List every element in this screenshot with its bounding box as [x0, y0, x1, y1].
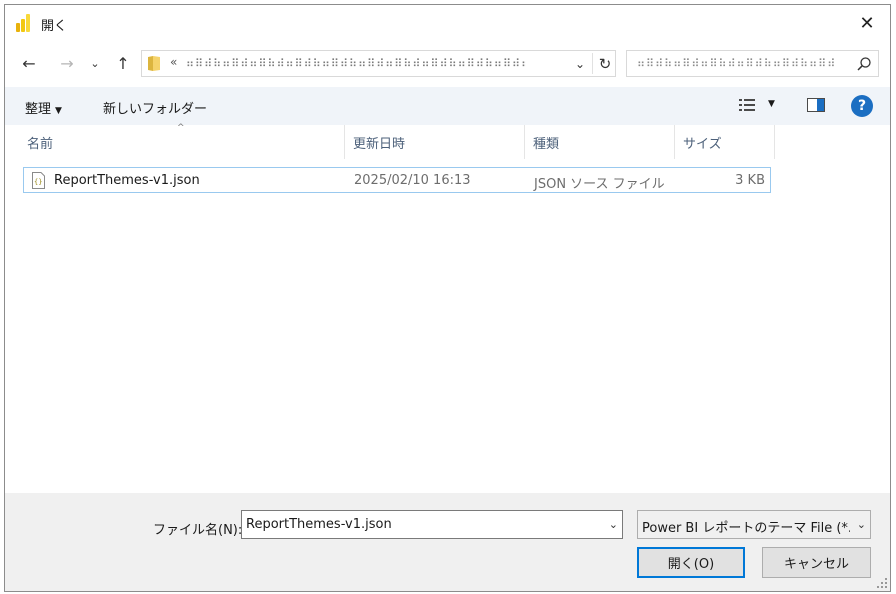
address-history-dropdown[interactable]: ⌄	[572, 55, 588, 73]
divider	[592, 53, 593, 74]
power-bi-icon	[16, 14, 30, 32]
file-modified-date: 2025/02/10 16:13	[354, 173, 471, 188]
bottom-panel: ファイル名(N): ReportThemes-v1.json ⌄ Power B…	[5, 493, 890, 591]
file-type-filter[interactable]: Power BI レポートのテーマ File (*.json) ⌄	[637, 510, 871, 539]
open-file-dialog: 開く ✕ ← → ⌄ ↑ « ⠶⠿⠾⠷⠶⠿⠾⠶⠿⠷⠾⠶⠿⠾⠷⠶⠿⠾⠷⠶⠿⠾⠶⠿⠷…	[4, 4, 891, 592]
view-options-caret-icon[interactable]: ▼	[768, 99, 775, 109]
close-button[interactable]: ✕	[844, 5, 890, 41]
help-button[interactable]: ?	[851, 95, 873, 117]
cancel-button[interactable]: キャンセル	[762, 547, 871, 578]
forward-button[interactable]: →	[55, 51, 79, 75]
preview-pane-icon[interactable]	[807, 98, 825, 112]
arrow-right-icon: →	[60, 53, 74, 73]
arrow-up-icon: ↑	[116, 53, 130, 73]
title-bar: 開く ✕	[5, 5, 890, 41]
recent-locations-button[interactable]: ⌄	[87, 51, 103, 75]
resize-grip-icon[interactable]	[877, 578, 887, 588]
file-name: ReportThemes-v1.json	[54, 173, 200, 188]
address-path[interactable]: ⠶⠿⠾⠷⠶⠿⠾⠶⠿⠷⠾⠶⠿⠾⠷⠶⠿⠾⠷⠶⠿⠾⠶⠿⠷⠾⠶⠿⠾⠷⠶⠿⠾⠷⠶⠿⠾⠶⠿⠷…	[186, 57, 526, 71]
view-details-icon[interactable]	[739, 98, 755, 112]
svg-text:{}: {}	[34, 178, 42, 186]
filename-label: ファイル名(N):	[153, 523, 243, 538]
column-header-date[interactable]: 更新日時	[345, 125, 525, 159]
filename-field[interactable]: ReportThemes-v1.json	[246, 517, 392, 532]
column-header-size[interactable]: サイズ	[675, 125, 775, 159]
file-type-filter-value: Power BI レポートのテーマ File (*.json)	[642, 521, 850, 536]
help-icon: ?	[857, 98, 867, 114]
close-icon: ✕	[859, 12, 875, 34]
command-bar: 整理 ▼ 新しいフォルダー ▼ ?	[5, 87, 890, 125]
organize-label: 整理	[25, 102, 52, 117]
file-row[interactable]: {} ReportThemes-v1.json 2025/02/10 16:13…	[23, 167, 771, 193]
file-size: 3 KB	[735, 173, 765, 188]
folder-icon	[148, 56, 160, 71]
column-header-name[interactable]: 名前	[19, 125, 345, 159]
arrow-left-icon: ←	[22, 53, 36, 73]
search-input[interactable]: ⠶⠿⠾⠷⠶⠿⠾⠶⠿⠷⠾⠶⠿⠾⠷⠶⠿⠾⠷⠶⠿⠾⠶⠿⠷⠾⠶	[626, 50, 879, 77]
breadcrumb-overflow-icon[interactable]: «	[170, 55, 177, 69]
caret-down-icon: ▼	[55, 106, 62, 116]
address-bar[interactable]: « ⠶⠿⠾⠷⠶⠿⠾⠶⠿⠷⠾⠶⠿⠾⠷⠶⠿⠾⠷⠶⠿⠾⠶⠿⠷⠾⠶⠿⠾⠷⠶⠿⠾⠷⠶⠿⠾⠶…	[141, 50, 616, 77]
refresh-icon[interactable]: ↻	[595, 53, 615, 75]
search-text: ⠶⠿⠾⠷⠶⠿⠾⠶⠿⠷⠾⠶⠿⠾⠷⠶⠿⠾⠷⠶⠿⠾⠶⠿⠷⠾⠶	[637, 57, 837, 70]
navigation-bar: ← → ⌄ ↑ « ⠶⠿⠾⠷⠶⠿⠾⠶⠿⠷⠾⠶⠿⠾⠷⠶⠿⠾⠷⠶⠿⠾⠶⠿⠷⠾⠶⠿⠾⠷…	[5, 45, 890, 81]
organize-menu[interactable]: 整理 ▼	[25, 98, 62, 117]
chevron-down-icon[interactable]: ⌄	[609, 518, 618, 531]
json-file-icon: {}	[32, 172, 45, 189]
new-folder-button[interactable]: 新しいフォルダー	[103, 98, 207, 117]
window-title: 開く	[41, 19, 68, 34]
file-type: JSON ソース ファイル	[534, 177, 665, 192]
up-button[interactable]: ↑	[111, 51, 135, 75]
search-icon[interactable]	[856, 56, 872, 72]
chevron-down-icon[interactable]: ⌄	[857, 518, 866, 531]
file-list[interactable]: ^ 名前 更新日時 種類 サイズ {} ReportThemes-v1.json…	[5, 123, 890, 493]
back-button[interactable]: ←	[17, 51, 41, 75]
column-header-type[interactable]: 種類	[525, 125, 675, 159]
chevron-down-icon: ⌄	[90, 56, 100, 70]
open-button[interactable]: 開く(O)	[637, 547, 745, 578]
filename-combobox[interactable]: ReportThemes-v1.json ⌄	[241, 510, 623, 539]
